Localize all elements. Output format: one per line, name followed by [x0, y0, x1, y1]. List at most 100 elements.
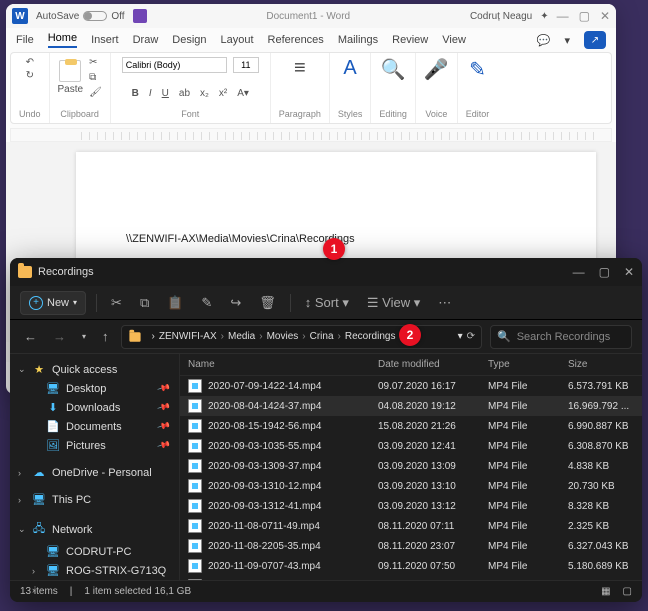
- recent-button[interactable]: ▾: [78, 330, 90, 343]
- nav-downloads[interactable]: ⬇Downloads📌: [12, 398, 177, 417]
- save-icon[interactable]: [133, 9, 147, 23]
- file-row[interactable]: 2020-09-03-1309-37.mp403.09.2020 13:09MP…: [180, 456, 642, 476]
- copy-icon[interactable]: ⧉: [136, 291, 153, 315]
- paragraph-icon[interactable]: ≡: [294, 57, 306, 80]
- minimize-button[interactable]: —: [557, 9, 569, 23]
- rename-icon[interactable]: ✎: [197, 291, 216, 315]
- col-date[interactable]: Date modified: [378, 359, 488, 370]
- nav-documents[interactable]: 📄Documents📌: [12, 417, 177, 436]
- tab-review[interactable]: Review: [392, 34, 428, 46]
- subscript-button[interactable]: x₂: [198, 88, 211, 99]
- tab-layout[interactable]: Layout: [221, 34, 254, 46]
- tab-design[interactable]: Design: [172, 34, 206, 46]
- nav-net-codrut[interactable]: 🖥CODRUT-PC: [12, 542, 177, 561]
- up-button[interactable]: ↑: [98, 327, 113, 346]
- details-view-icon[interactable]: ▦: [601, 586, 610, 597]
- dictate-icon[interactable]: 🎤: [424, 57, 449, 82]
- italic-button[interactable]: I: [147, 88, 154, 99]
- font-name-select[interactable]: [122, 57, 227, 73]
- superscript-button[interactable]: x²: [217, 88, 229, 99]
- tab-draw[interactable]: Draw: [133, 34, 159, 46]
- crumb-4[interactable]: Crina: [310, 331, 334, 342]
- forward-button[interactable]: →: [49, 327, 70, 346]
- maximize-button[interactable]: ▢: [599, 265, 610, 279]
- paste-button[interactable]: Paste: [58, 60, 84, 95]
- bold-button[interactable]: B: [130, 88, 141, 99]
- nav-pictures[interactable]: 🖼Pictures📌: [12, 436, 177, 455]
- explorer-window: Recordings — ▢ ✕ + New ▾ ✂ ⧉ 📋 ✎ ↪ 🗑 ↕ S…: [10, 258, 642, 602]
- file-row[interactable]: 2020-11-08-2205-35.mp408.11.2020 23:07MP…: [180, 536, 642, 556]
- nav-desktop[interactable]: 🖥Desktop📌: [12, 379, 177, 398]
- sort-button[interactable]: ↕ Sort ▾: [301, 291, 353, 315]
- ribbon-options-icon[interactable]: ▾: [564, 34, 570, 47]
- coming-soon-icon[interactable]: ✦: [540, 11, 548, 22]
- text-effects-button[interactable]: A▾: [235, 88, 251, 99]
- tab-mailings[interactable]: Mailings: [338, 34, 378, 46]
- ruler[interactable]: [10, 128, 612, 142]
- nav-net-rog[interactable]: ›🖥ROG-STRIX-G713Q: [12, 561, 177, 580]
- chevron-down-icon[interactable]: ▾: [458, 331, 463, 342]
- editing-icon[interactable]: 🔍: [381, 57, 406, 82]
- file-row[interactable]: 2020-09-03-1312-41.mp403.09.2020 13:12MP…: [180, 496, 642, 516]
- file-date: 03.09.2020 13:09: [378, 461, 488, 472]
- large-icons-view-icon[interactable]: ▢: [623, 586, 632, 597]
- nav-quick-access[interactable]: ⌄★Quick access: [12, 360, 177, 379]
- share-button[interactable]: ↗: [584, 31, 606, 49]
- file-row[interactable]: 2020-08-04-1424-37.mp404.08.2020 19:12MP…: [180, 396, 642, 416]
- tab-home[interactable]: Home: [48, 32, 77, 48]
- minimize-button[interactable]: —: [573, 265, 585, 279]
- nav-this-pc[interactable]: ›🖥This PC: [12, 490, 177, 509]
- view-button[interactable]: ☰ View ▾: [363, 291, 424, 315]
- refresh-icon[interactable]: ⟳: [467, 331, 475, 342]
- tab-file[interactable]: File: [16, 34, 34, 46]
- styles-icon[interactable]: A: [343, 57, 356, 80]
- paste-icon[interactable]: 📋: [163, 291, 187, 315]
- plus-icon: +: [29, 296, 43, 310]
- maximize-button[interactable]: ▢: [579, 9, 590, 23]
- cut-icon[interactable]: ✂: [89, 57, 102, 68]
- group-font: B I U ab x₂ x² A▾ Font: [111, 53, 271, 123]
- crumb-2[interactable]: Media: [228, 331, 255, 342]
- new-button[interactable]: + New ▾: [20, 291, 86, 315]
- underline-button[interactable]: U: [160, 88, 171, 99]
- col-name[interactable]: Name: [188, 359, 378, 370]
- strike-button[interactable]: ab: [177, 88, 192, 99]
- annotation-marker-1: 1: [323, 238, 345, 260]
- ribbon-tabs: File Home Insert Draw Design Layout Refe…: [6, 28, 616, 52]
- address-bar[interactable]: › ZENWIFI-AX› Media› Movies› Crina› Reco…: [121, 325, 482, 349]
- redo-icon[interactable]: ↻: [26, 70, 34, 81]
- share-icon[interactable]: ↪: [226, 291, 245, 315]
- tab-insert[interactable]: Insert: [91, 34, 119, 46]
- crumb-0[interactable]: ›: [152, 331, 155, 342]
- close-button[interactable]: ✕: [600, 9, 610, 23]
- tab-references[interactable]: References: [268, 34, 324, 46]
- search-box[interactable]: 🔍 Search Recordings: [490, 325, 632, 349]
- file-row[interactable]: 2020-11-09-0707-43.mp409.11.2020 07:50MP…: [180, 556, 642, 576]
- format-painter-icon[interactable]: 🖌: [89, 87, 102, 98]
- nav-onedrive[interactable]: ›☁OneDrive - Personal: [12, 463, 177, 482]
- crumb-1[interactable]: ZENWIFI-AX: [159, 331, 217, 342]
- file-size: 8.328 KB: [568, 501, 642, 512]
- col-type[interactable]: Type: [488, 359, 568, 370]
- crumb-5[interactable]: Recordings: [345, 331, 396, 342]
- font-size-select[interactable]: [233, 57, 259, 73]
- copy-icon[interactable]: ⧉: [89, 72, 102, 83]
- cut-icon[interactable]: ✂: [107, 291, 126, 315]
- undo-icon[interactable]: ↶: [26, 57, 34, 68]
- col-size[interactable]: Size: [568, 359, 642, 370]
- more-button[interactable]: ⋯: [434, 291, 455, 315]
- autosave-toggle[interactable]: AutoSave Off: [36, 11, 125, 22]
- file-row[interactable]: 2020-09-03-1035-55.mp403.09.2020 12:41MP…: [180, 436, 642, 456]
- file-row[interactable]: 2020-08-15-1942-56.mp415.08.2020 21:26MP…: [180, 416, 642, 436]
- editor-icon[interactable]: ✎: [469, 57, 486, 82]
- crumb-3[interactable]: Movies: [267, 331, 299, 342]
- file-row[interactable]: 2020-07-09-1422-14.mp409.07.2020 16:17MP…: [180, 376, 642, 396]
- file-row[interactable]: 2020-11-08-0711-49.mp408.11.2020 07:11MP…: [180, 516, 642, 536]
- comments-icon[interactable]: 💬: [537, 34, 551, 47]
- file-row[interactable]: 2020-09-03-1310-12.mp403.09.2020 13:10MP…: [180, 476, 642, 496]
- nav-network[interactable]: ⌄🖧Network: [12, 517, 177, 542]
- back-button[interactable]: ←: [20, 327, 41, 346]
- delete-icon[interactable]: 🗑: [255, 291, 280, 315]
- close-button[interactable]: ✕: [624, 265, 634, 279]
- tab-view[interactable]: View: [442, 34, 466, 46]
